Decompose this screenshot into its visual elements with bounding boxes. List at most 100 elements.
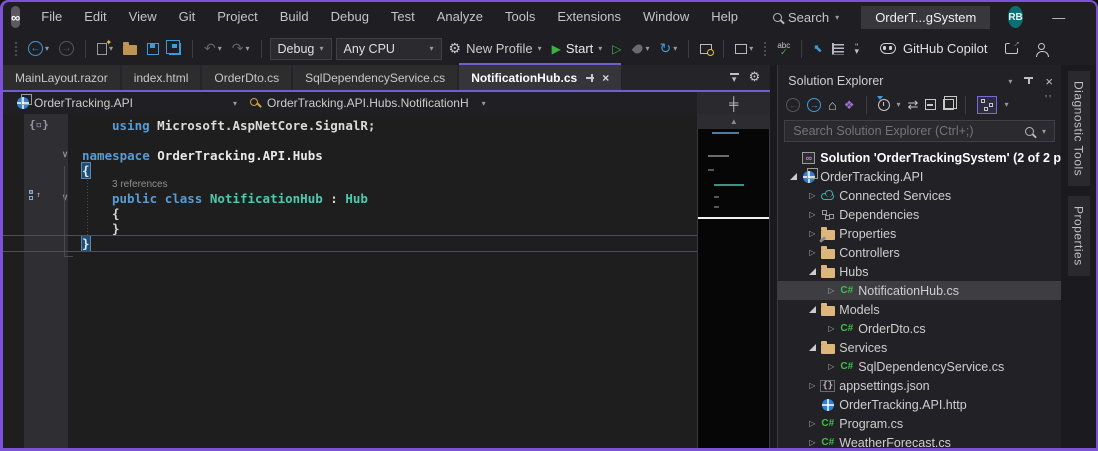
menu-edit[interactable]: Edit [73,2,117,32]
toolbar-grip[interactable] [763,40,768,57]
tab-mainlayout.razor[interactable]: MainLayout.razor [3,65,120,90]
github-copilot-button[interactable]: GitHub Copilot [879,41,988,56]
solution-explorer-title-bar[interactable]: Solution Explorer ▾ × [778,65,1061,91]
expander-collapsed-icon[interactable]: ▷ [824,324,838,333]
save-all-button[interactable] [166,39,184,57]
new-profile-button[interactable]: ⚙ New Profile ▾ [446,38,545,59]
tree-item-connected-services[interactable]: ▷ Connected Services [778,186,1061,205]
pin-icon[interactable] [1024,76,1034,86]
hot-reload-button[interactable]: ▾ [629,42,653,56]
navigate-back-button[interactable]: ← ▾ [25,39,52,58]
side-tab-diagnostic-tools[interactable]: Diagnostic Tools [1067,71,1090,187]
restart-button[interactable]: ↻ ▾ [657,38,681,59]
tab-orderdto.cs[interactable]: OrderDto.cs [202,65,292,90]
panel-splitter[interactable] [770,65,778,448]
menu-test[interactable]: Test [380,2,426,32]
tab-settings-gear-icon[interactable]: ⚙ [749,69,761,85]
intellisense-button[interactable]: ⬉ [810,40,825,57]
close-tab-icon[interactable]: × [602,71,609,85]
expander-collapsed-icon[interactable]: ▷ [805,248,819,257]
expander-expanded-icon[interactable] [805,344,819,351]
share-button[interactable] [992,41,1021,56]
navigate-forward-button[interactable]: → [56,39,77,58]
expander-collapsed-icon[interactable]: ▷ [805,191,819,200]
home-icon[interactable]: ⌂ [828,97,836,113]
scroll-up-button[interactable]: ▲ [697,114,771,129]
minimap[interactable] [697,129,771,448]
switch-views-icon[interactable]: ❖ [844,98,855,112]
menu-extensions[interactable]: Extensions [546,2,632,32]
expander-expanded-icon[interactable] [805,306,819,313]
tree-item-ordertracking.api.http[interactable]: OrderTracking.API.http [778,395,1061,414]
tree-item-properties[interactable]: ▷ Properties [778,224,1061,243]
menu-window[interactable]: Window [632,2,700,32]
se-back-button[interactable]: ← [786,97,801,112]
tab-notificationhub.cs[interactable]: NotificationHub.cs × [459,63,622,90]
start-without-debugging-button[interactable]: ▷ [609,40,624,58]
expander-collapsed-icon[interactable]: ▷ [805,381,819,390]
account-avatar[interactable]: RB [1008,6,1023,28]
solution-search-input[interactable] [793,124,1017,138]
panel-close-icon[interactable]: × [1045,74,1053,89]
search-box[interactable]: ▾ [784,120,1055,142]
tree-item-sqldependencyservice.cs[interactable]: ▷ C# SqlDependencyService.cs [778,357,1061,376]
expander-collapsed-icon[interactable]: ▷ [805,210,819,219]
undo-button[interactable]: ↶ ▾ [201,38,225,59]
tab-sqldependencyservice.cs[interactable]: SqlDependencyService.cs [293,65,458,90]
track-active-item-button[interactable] [977,95,998,114]
solution-configuration-dropdown[interactable]: Debug ▾ [269,37,332,60]
open-folder-button[interactable] [120,40,140,57]
search-control[interactable]: Search ▾ [763,8,849,27]
toolbar-grip[interactable] [14,40,18,57]
tree-item-ordertracking.api[interactable]: OrderTracking.API [778,167,1061,186]
menu-view[interactable]: View [118,2,168,32]
expander-expanded-icon[interactable] [805,268,819,275]
type-dropdown[interactable]: OrderTracking.API.Hubs.NotificationH ▾ [243,92,492,114]
tree-item-weatherforecast.cs[interactable]: ▷ C# WeatherForecast.cs [778,433,1061,449]
window-layout-button[interactable]: ▾ [732,42,756,56]
toolbar-overflow-icon[interactable]: '' [1045,94,1053,105]
document-list-dropdown-icon[interactable]: ▾ [729,73,739,83]
expander-collapsed-icon[interactable]: ▷ [824,362,838,371]
menu-git[interactable]: Git [168,2,207,32]
project-dropdown[interactable]: OrderTracking.API ▾ [11,92,243,114]
track-chevron-icon[interactable]: ▾ [1004,100,1008,109]
menu-tools[interactable]: Tools [494,2,546,32]
expander-collapsed-icon[interactable]: ▷ [805,438,819,447]
tree-item-orderdto.cs[interactable]: ▷ C# OrderDto.cs [778,319,1061,338]
tree-item-models[interactable]: Models [778,300,1061,319]
menu-help[interactable]: Help [700,2,749,32]
menu-project[interactable]: Project [206,2,268,32]
pin-tab-icon[interactable] [586,73,595,82]
new-item-button[interactable]: ▾ [94,38,116,57]
tree-item-services[interactable]: Services [778,338,1061,357]
menu-build[interactable]: Build [269,2,320,32]
filter-chevron-icon[interactable]: ▾ [897,100,901,109]
tree-item-hubs[interactable]: Hubs [778,262,1061,281]
panel-menu-chevron-icon[interactable]: ▾ [1008,77,1012,86]
tree-item-solution-ordertrackingsystem-2-of-2-p[interactable]: ∞ Solution 'OrderTrackingSystem' (2 of 2 … [778,148,1061,167]
pending-changes-filter-icon[interactable] [876,95,890,111]
maximize-button[interactable] [1081,2,1096,32]
toolbar-overflow-button[interactable]: '' ▾ [851,42,862,55]
tree-item-controllers[interactable]: ▷ Controllers [778,243,1061,262]
side-tab-properties[interactable]: Properties [1067,196,1090,276]
menu-debug[interactable]: Debug [320,2,380,32]
tab-index.html[interactable]: index.html [121,65,201,90]
se-forward-button[interactable]: → [807,97,822,112]
spell-check-button[interactable]: abc ✓ [774,40,793,58]
account-feedback-button[interactable] [1025,41,1056,57]
collapse-all-icon[interactable] [925,99,937,110]
minimize-button[interactable]: — [1037,2,1081,32]
menu-analyze[interactable]: Analyze [426,2,494,32]
tree-item-notificationhub.cs[interactable]: ▷ C# NotificationHub.cs [778,281,1061,300]
find-in-files-button[interactable] [697,42,715,56]
expander-collapsed-icon[interactable]: ▷ [805,229,819,238]
start-debugging-button[interactable]: ▶ Start ▾ [549,39,606,58]
menu-file[interactable]: File [30,2,73,32]
format-indent-button[interactable] [829,41,847,57]
save-button[interactable] [144,41,162,57]
redo-button[interactable]: ↷ ▾ [229,38,253,59]
expander-expanded-icon[interactable] [786,173,800,180]
sync-with-active-document-icon[interactable]: ⇄ [908,97,919,113]
